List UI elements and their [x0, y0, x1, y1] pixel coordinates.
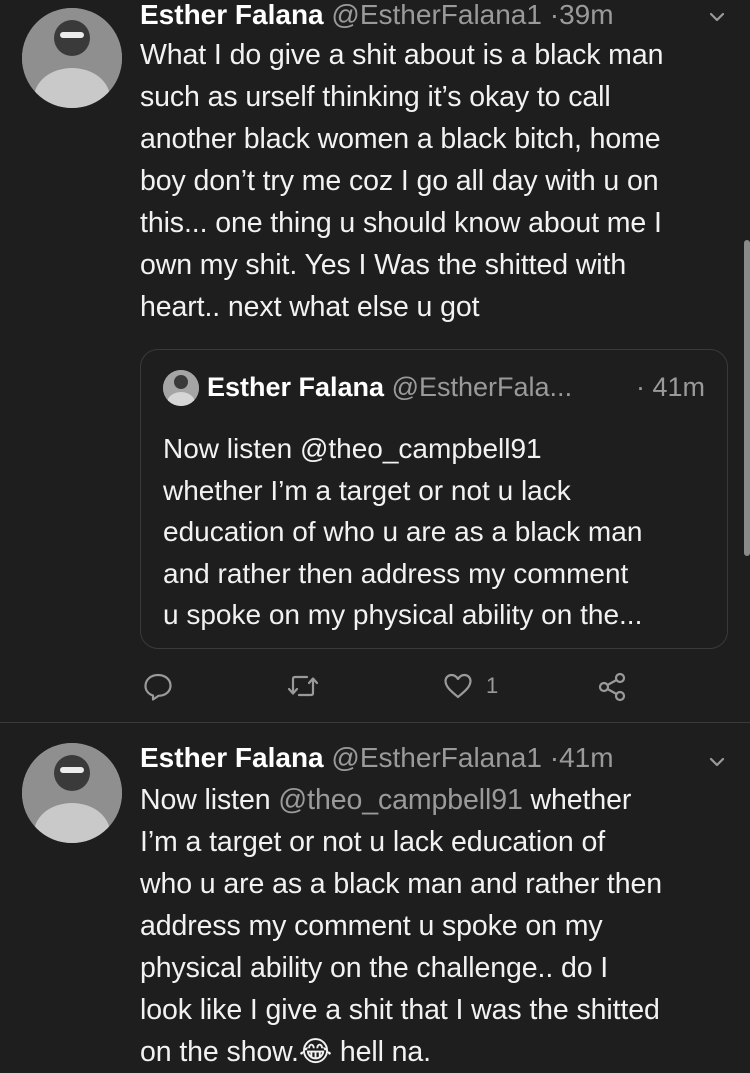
quoted-text-line: and rather then address my comment [163, 557, 629, 589]
quoted-header: Esther Falana @EstherFala... [207, 370, 572, 404]
heart-icon [444, 673, 472, 699]
text-segment: Now listen [140, 784, 279, 816]
quoted-avatar [163, 370, 199, 406]
author-handle[interactable]: @EstherFalana1 [331, 742, 542, 773]
tweet-text-line: boy don’t try me coz I go all day with u… [140, 165, 659, 197]
share-icon [598, 672, 626, 702]
author-name[interactable]: Esther Falana [140, 0, 324, 30]
tweet-text-line: this... one thing u should know about me… [140, 207, 662, 239]
scrollbar[interactable] [744, 240, 750, 556]
share-button[interactable] [596, 668, 628, 704]
chevron-down-icon[interactable] [706, 751, 728, 773]
retweet-button[interactable] [286, 668, 320, 704]
quoted-text-line: whether I’m a target or not u lack [163, 474, 571, 506]
quoted-author-name: Esther Falana [207, 372, 385, 402]
avatar[interactable] [22, 743, 122, 843]
tweet-text-line: another black women a black bitch, home [140, 123, 661, 155]
text-segment: whether [522, 784, 632, 816]
like-count: 1 [486, 673, 499, 698]
tweet-text: Now listen @theo_campbell91 whether I’m … [140, 779, 740, 1073]
reply-icon [144, 673, 172, 701]
quoted-text-line: u spoke on my physical ability on the... [163, 599, 643, 630]
like-button[interactable]: 1 [442, 668, 498, 704]
quoted-tweet[interactable]: Esther Falana @EstherFala... · 41m Now l… [140, 349, 728, 649]
tweet-1[interactable]: Esther Falana @EstherFalana1 ·39m What I… [0, 0, 750, 722]
quoted-text: Now listen @theo_campbell91 whether I’m … [163, 428, 723, 636]
tweet-header: Esther Falana @EstherFalana1 ·39m [140, 0, 614, 32]
separator-dot: · [549, 742, 560, 773]
quoted-timestamp: · 41m [635, 372, 705, 402]
tweet-text-line: look like I give a shit that I was the s… [140, 994, 660, 1026]
quoted-text-line: Now listen @theo_campbell91 [163, 433, 542, 464]
timestamp[interactable]: 41m [559, 742, 613, 773]
avatar[interactable] [22, 8, 122, 108]
avatar-image [22, 743, 122, 843]
author-handle[interactable]: @EstherFalana1 [331, 0, 542, 30]
timestamp[interactable]: 39m [559, 0, 613, 30]
tweet-text-line: address my comment u spoke on my [140, 910, 603, 942]
avatar-image [163, 370, 199, 406]
text-segment: on the show. [140, 1036, 299, 1068]
tweet-text-line: physical ability on the challenge.. do I [140, 952, 609, 984]
author-name[interactable]: Esther Falana [140, 742, 324, 773]
avatar-image [22, 8, 122, 108]
tweet-text-line: I’m a target or not u lack education of [140, 826, 606, 858]
reply-button[interactable] [142, 668, 174, 704]
tweet-text-line: heart.. next what else u got [140, 291, 480, 323]
tweet-text-line: What I do give a shit about is a black m… [140, 39, 664, 71]
tweet-text-line: on the show.😂 hell na. [140, 1031, 740, 1073]
text-segment: hell na. [332, 1036, 431, 1068]
quoted-text-line: education of who u are as a black man [163, 516, 643, 547]
laughing-emoji-icon: 😂 [298, 1036, 333, 1068]
quoted-author-handle: @EstherFala... [391, 372, 573, 402]
tweet-text-line: own my shit. Yes I Was the shitted with [140, 249, 627, 281]
separator-dot: · [549, 0, 560, 30]
mention-link[interactable]: @theo_campbell91 [278, 784, 523, 816]
tweet-text: What I do give a shit about is a black m… [140, 34, 740, 328]
tweet-actions: 1 [140, 668, 740, 708]
tweet-header: Esther Falana @EstherFalana1 ·41m [140, 741, 614, 775]
tweet-text-line: such as urself thinking it’s okay to cal… [140, 81, 611, 113]
tweet-text-line: who u are as a black man and rather then [140, 868, 662, 900]
tweet-text-line: Now listen @theo_campbell91 whether [140, 779, 740, 821]
retweet-icon [287, 675, 319, 697]
chevron-down-icon[interactable] [706, 6, 728, 28]
tweet-2[interactable]: Esther Falana @EstherFalana1 ·41m Now li… [0, 723, 750, 1068]
